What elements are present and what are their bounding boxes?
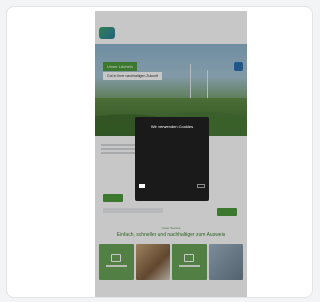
cookie-title: Wir verwenden Cookies bbox=[150, 124, 194, 129]
cookie-buttons bbox=[139, 184, 205, 188]
accept-button[interactable] bbox=[139, 184, 145, 188]
cookie-text bbox=[139, 134, 205, 178]
cookie-modal: Wir verwenden Cookies bbox=[135, 117, 209, 201]
preview-card: Unser Lächeln Gut in Ihrer nachhaltigen … bbox=[6, 6, 313, 298]
settings-button[interactable] bbox=[197, 184, 205, 188]
website-preview: Unser Lächeln Gut in Ihrer nachhaltigen … bbox=[95, 11, 247, 297]
